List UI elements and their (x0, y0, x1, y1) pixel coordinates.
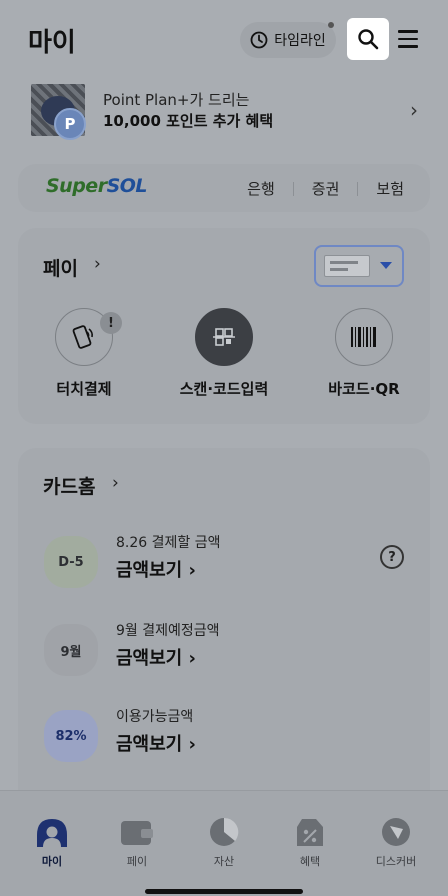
barcode-qr-button[interactable]: 바코드·QR (294, 308, 434, 399)
help-icon[interactable]: ? (380, 545, 404, 569)
tab-label: 페이 (126, 855, 148, 868)
super-sol-card: SuperSOL 은행 증권 보험 (18, 164, 430, 212)
pay-item-label: 스캔·코드입력 (179, 380, 269, 398)
chevron-right-icon[interactable]: › (94, 254, 101, 274)
search-button[interactable] (347, 18, 389, 60)
tab-discover[interactable]: 디스커버 (364, 815, 428, 869)
card-selector[interactable] (314, 245, 404, 287)
alert-badge: ! (100, 312, 122, 334)
pay-title[interactable]: 페이 (43, 254, 78, 281)
card-home-title[interactable]: 카드홈 (43, 472, 95, 499)
view-amount-link[interactable]: 금액보기 › (116, 644, 196, 670)
tab-my[interactable]: 마이 (20, 815, 84, 869)
touch-pay-button[interactable]: ! 터치결제 (14, 308, 154, 399)
menu-icon-line (398, 30, 418, 33)
scan-code-button[interactable]: 스캔·코드입력 (154, 308, 294, 399)
touch-phone-icon (72, 325, 93, 349)
compass-icon (378, 815, 414, 849)
divider (357, 181, 359, 196)
barcode-icon (351, 327, 376, 347)
month-badge: 9월 (44, 624, 98, 676)
promo-line2: 10,000 포인트 추가 혜택 (103, 112, 274, 130)
point-coin-icon: P (54, 108, 86, 140)
wallet-icon (119, 815, 155, 849)
coupon-icon (292, 815, 328, 849)
notification-dot (328, 22, 334, 28)
d-day-badge: D-5 (44, 536, 98, 588)
chevron-right-icon[interactable]: › (112, 473, 119, 493)
link-securities[interactable]: 증권 (312, 178, 340, 199)
view-amount-link[interactable]: 금액보기 › (116, 556, 196, 582)
bottom-tab-bar: 마이 페이 자산 혜택 디스커버 (0, 790, 448, 896)
pay-circle (195, 308, 253, 366)
dropdown-arrow-icon (380, 262, 392, 269)
link-insurance[interactable]: 보험 (376, 178, 404, 199)
promo-line1: Point Plan+가 드리는 (103, 91, 250, 109)
point-plan-banner[interactable]: P Point Plan+가 드리는 10,000 포인트 추가 혜택 › (28, 82, 424, 144)
super-sol-logo[interactable]: SuperSOL (46, 175, 148, 197)
available-amount-row[interactable]: 82% 이용가능금액 금액보기 › (18, 706, 430, 776)
logo-part1: Super (46, 175, 107, 197)
row-subtitle: 8.26 결제할 금액 (116, 535, 221, 551)
divider (292, 181, 294, 196)
tab-label: 자산 (213, 855, 235, 868)
timeline-label: 타임라인 (274, 33, 326, 49)
link-bank[interactable]: 은행 (247, 178, 275, 199)
payment-due-row[interactable]: D-5 8.26 결제할 금액 금액보기 › ? (18, 532, 430, 602)
view-amount-link[interactable]: 금액보기 › (116, 730, 196, 756)
timeline-button[interactable]: 타임라인 (240, 22, 336, 58)
tab-label: 마이 (41, 855, 63, 868)
pay-circle (335, 308, 393, 366)
qr-scan-icon (213, 328, 235, 346)
pay-card: 페이 › ! 터치결제 스캔·코드입력 바코드·QR (18, 228, 430, 424)
clock-icon (250, 31, 268, 49)
card-home-card: 카드홈 › D-5 8.26 결제할 금액 금액보기 › ? 9월 9월 결제예… (18, 448, 430, 808)
header: 마이 타임라인 (0, 0, 448, 80)
logo-part2: SOL (106, 175, 148, 197)
pay-item-label: 바코드·QR (328, 380, 400, 398)
row-subtitle: 9월 결제예정금액 (116, 623, 220, 639)
card-thumbnail (324, 255, 370, 277)
row-subtitle: 이용가능금액 (116, 709, 194, 725)
page-title: 마이 (28, 28, 76, 58)
home-indicator (145, 889, 303, 894)
menu-icon-line (398, 45, 418, 48)
menu-icon-line (398, 37, 418, 41)
pie-chart-icon (206, 815, 242, 849)
tab-benefits[interactable]: 혜택 (278, 815, 342, 869)
usage-percent-badge: 82% (44, 710, 98, 762)
super-sol-links: 은행 증권 보험 (247, 178, 404, 199)
person-icon (34, 815, 70, 849)
pay-item-label: 터치결제 (56, 380, 112, 398)
menu-button[interactable] (398, 24, 424, 54)
tab-pay[interactable]: 페이 (105, 815, 169, 869)
tab-label: 디스커버 (375, 855, 417, 868)
tab-label: 혜택 (299, 855, 321, 868)
scheduled-payment-row[interactable]: 9월 9월 결제예정금액 금액보기 › (18, 620, 430, 690)
tab-assets[interactable]: 자산 (192, 815, 256, 869)
chevron-right-icon: › (410, 98, 418, 122)
search-icon (358, 29, 379, 50)
